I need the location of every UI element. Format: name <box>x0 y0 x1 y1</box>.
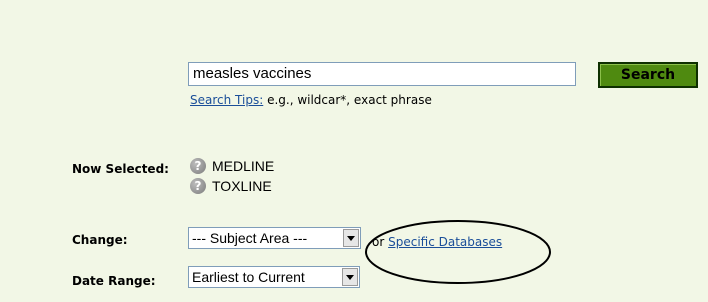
search-button[interactable]: Search <box>598 62 698 88</box>
search-input[interactable]: measles vaccines <box>188 62 576 86</box>
subject-area-select[interactable]: --- Subject Area --- <box>188 227 361 249</box>
search-tips: Search Tips: e.g., wildcar*, exact phras… <box>190 93 432 107</box>
subject-area-select-value: --- Subject Area --- <box>192 230 308 246</box>
chevron-down-icon[interactable] <box>343 229 359 247</box>
now-selected-label: Now Selected: <box>72 162 169 176</box>
selected-database-toxline: ? TOXLINE <box>190 178 272 194</box>
chevron-down-icon[interactable] <box>342 268 358 286</box>
search-input-value: measles vaccines <box>193 65 312 82</box>
search-tips-text: e.g., wildcar*, exact phrase <box>263 93 432 107</box>
highlight-ellipse <box>365 220 551 284</box>
question-mark-icon[interactable]: ? <box>190 158 206 174</box>
date-range-select[interactable]: Earliest to Current <box>188 266 360 288</box>
change-label: Change: <box>72 233 128 247</box>
selected-database-medline: ? MEDLINE <box>190 158 274 174</box>
search-panel: measles vaccines Search Search Tips: e.g… <box>0 0 708 302</box>
database-name: MEDLINE <box>212 158 275 174</box>
date-range-select-value: Earliest to Current <box>192 269 305 285</box>
database-name: TOXLINE <box>212 178 272 194</box>
search-tips-link[interactable]: Search Tips: <box>190 93 263 107</box>
question-mark-icon[interactable]: ? <box>190 178 206 194</box>
date-range-label: Date Range: <box>72 274 156 288</box>
